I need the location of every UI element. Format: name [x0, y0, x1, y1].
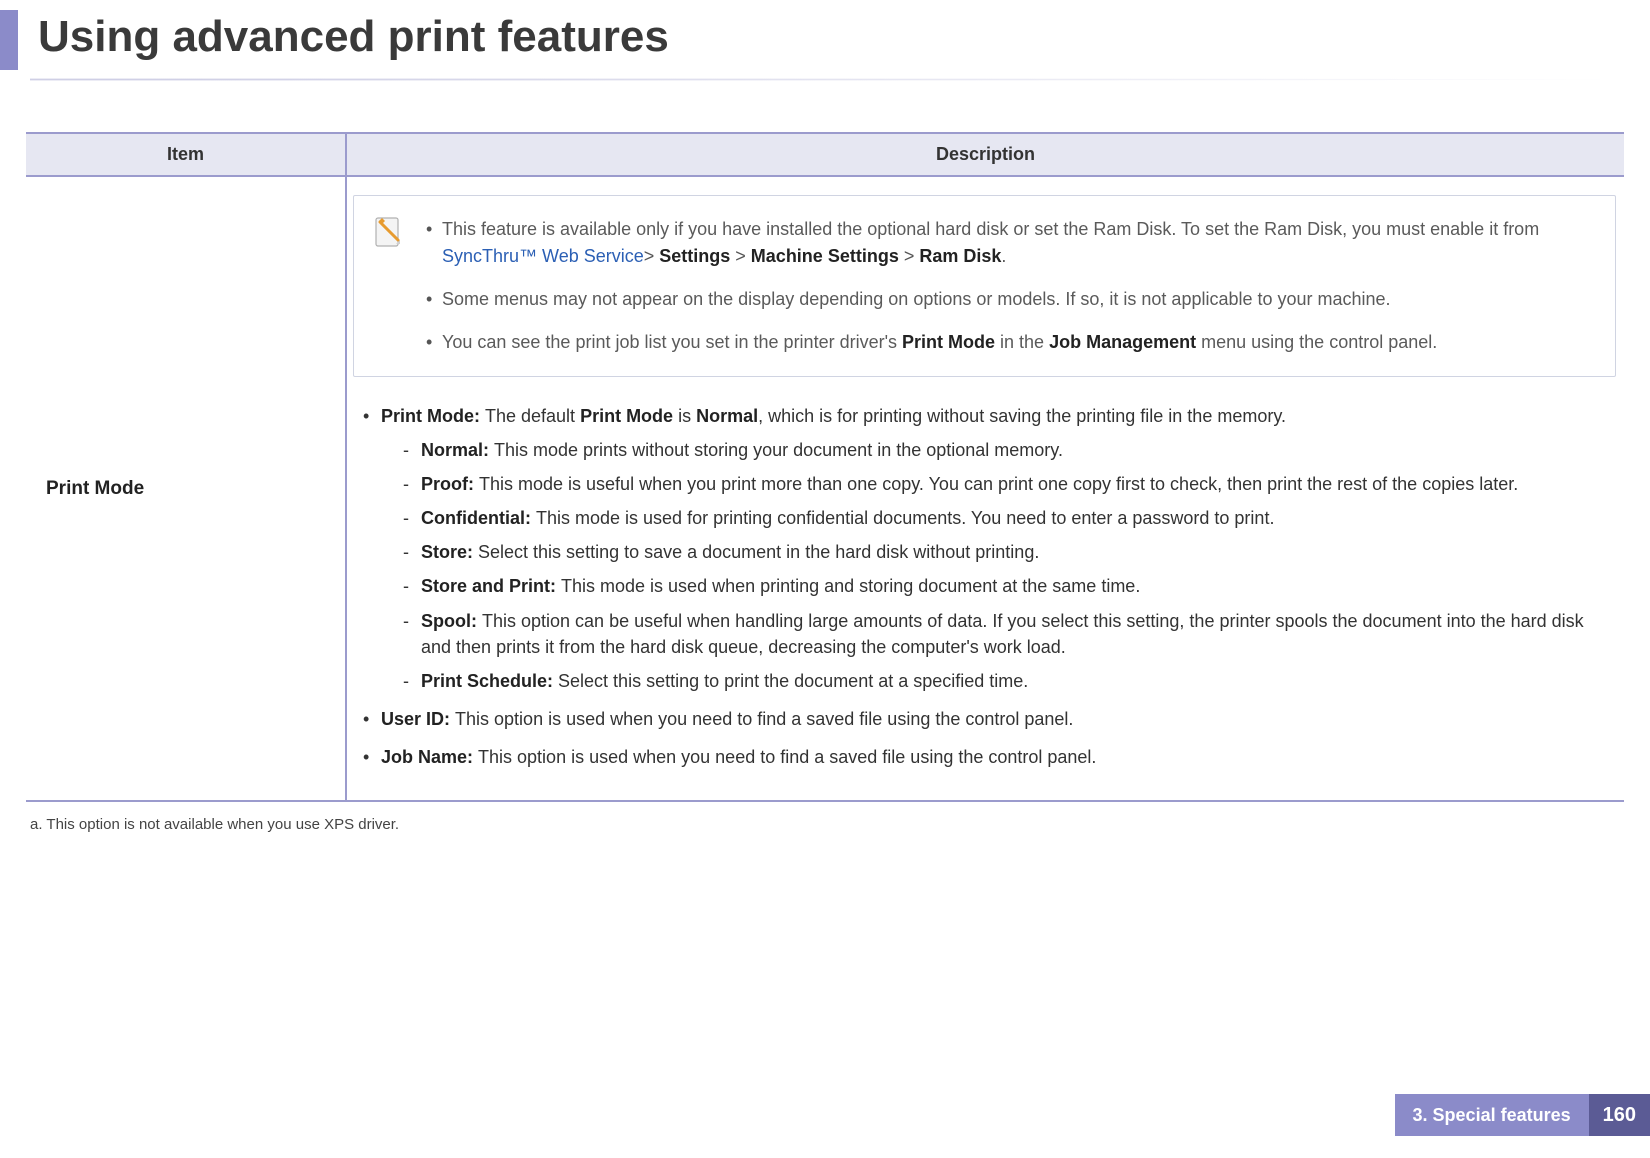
label: Print Schedule: — [421, 671, 558, 691]
text: Select this setting to print the documen… — [558, 671, 1028, 691]
machine-settings-label: Machine Settings — [746, 246, 904, 266]
bold: Normal — [696, 406, 758, 426]
text: This option is used when you need to fin… — [478, 747, 1096, 767]
note-text-tail: menu using the control panel. — [1196, 332, 1437, 352]
header-rule — [30, 78, 1650, 81]
note-text: in the — [995, 332, 1049, 352]
sub-store: Store: Select this setting to save a doc… — [381, 539, 1616, 565]
text: The default — [485, 406, 580, 426]
sub-confidential: Confidential: This mode is used for prin… — [381, 505, 1616, 531]
label: Normal: — [421, 440, 494, 460]
note-box: This feature is available only if you ha… — [353, 195, 1616, 377]
header-accent-bar — [0, 10, 18, 70]
note-text: This feature is available only if you ha… — [442, 219, 1539, 239]
description-list: Print Mode: The default Print Mode is No… — [353, 403, 1616, 770]
label: User ID: — [381, 709, 455, 729]
row-item-label: Print Mode — [26, 176, 346, 801]
features-table: Item Description Print Mode — [26, 132, 1624, 802]
sub-store-and-print: Store and Print: This mode is used when … — [381, 573, 1616, 599]
page-footer: 3. Special features 160 — [1395, 1094, 1650, 1136]
text: Select this setting to save a document i… — [478, 542, 1039, 562]
label: Job Name: — [381, 747, 478, 767]
sub-proof: Proof: This mode is useful when you prin… — [381, 471, 1616, 497]
job-name-item: Job Name: This option is used when you n… — [353, 744, 1616, 770]
label: Store and Print: — [421, 576, 561, 596]
print-mode-bold: Print Mode — [902, 332, 995, 352]
table-header-description: Description — [346, 133, 1624, 176]
text: This mode prints without storing your do… — [494, 440, 1063, 460]
note-text: You can see the print job list you set i… — [442, 332, 902, 352]
page-header: Using advanced print features — [0, 0, 1650, 92]
label: Spool: — [421, 611, 482, 631]
sub-normal: Normal: This mode prints without storing… — [381, 437, 1616, 463]
settings-label: Settings — [654, 246, 735, 266]
row-description-cell: This feature is available only if you ha… — [346, 176, 1624, 801]
text: This option can be useful when handling … — [421, 611, 1584, 657]
bold: Print Mode — [580, 406, 673, 426]
content-area: Item Description Print Mode — [0, 92, 1650, 833]
note-icon — [370, 214, 406, 250]
note-item-3: You can see the print job list you set i… — [420, 329, 1601, 356]
text: , which is for printing without saving t… — [758, 406, 1286, 426]
text: is — [673, 406, 696, 426]
footnote: a. This option is not available when you… — [26, 816, 1624, 833]
user-id-item: User ID: This option is used when you ne… — [353, 706, 1616, 732]
ram-disk-label: Ram Disk — [919, 246, 1001, 266]
gt: > — [644, 246, 655, 266]
footer-page-number: 160 — [1589, 1094, 1650, 1136]
print-mode-item: Print Mode: The default Print Mode is No… — [353, 403, 1616, 694]
note-item-2: Some menus may not appear on the display… — [420, 286, 1601, 313]
syncthru-link[interactable]: SyncThru™ Web Service — [442, 246, 644, 266]
table-header-item: Item — [26, 133, 346, 176]
note-item-1: This feature is available only if you ha… — [420, 216, 1601, 270]
text: This option is used when you need to fin… — [455, 709, 1073, 729]
job-management-bold: Job Management — [1049, 332, 1196, 352]
table-row: Print Mode — [26, 176, 1624, 801]
label: Confidential: — [421, 508, 536, 528]
label: Store: — [421, 542, 478, 562]
print-mode-sublist: Normal: This mode prints without storing… — [381, 437, 1616, 694]
sub-print-schedule: Print Schedule: Select this setting to p… — [381, 668, 1616, 694]
label: Proof: — [421, 474, 479, 494]
print-mode-label: Print Mode: — [381, 406, 485, 426]
footer-section-label: 3. Special features — [1395, 1094, 1589, 1136]
text: This mode is used when printing and stor… — [561, 576, 1140, 596]
page-title: Using advanced print features — [38, 12, 1650, 62]
text: This mode is used for printing confident… — [536, 508, 1274, 528]
gt: > — [904, 246, 920, 266]
text: This mode is useful when you print more … — [479, 474, 1518, 494]
gt: > — [735, 246, 746, 266]
note-text-tail: . — [1001, 246, 1006, 266]
sub-spool: Spool: This option can be useful when ha… — [381, 608, 1616, 660]
